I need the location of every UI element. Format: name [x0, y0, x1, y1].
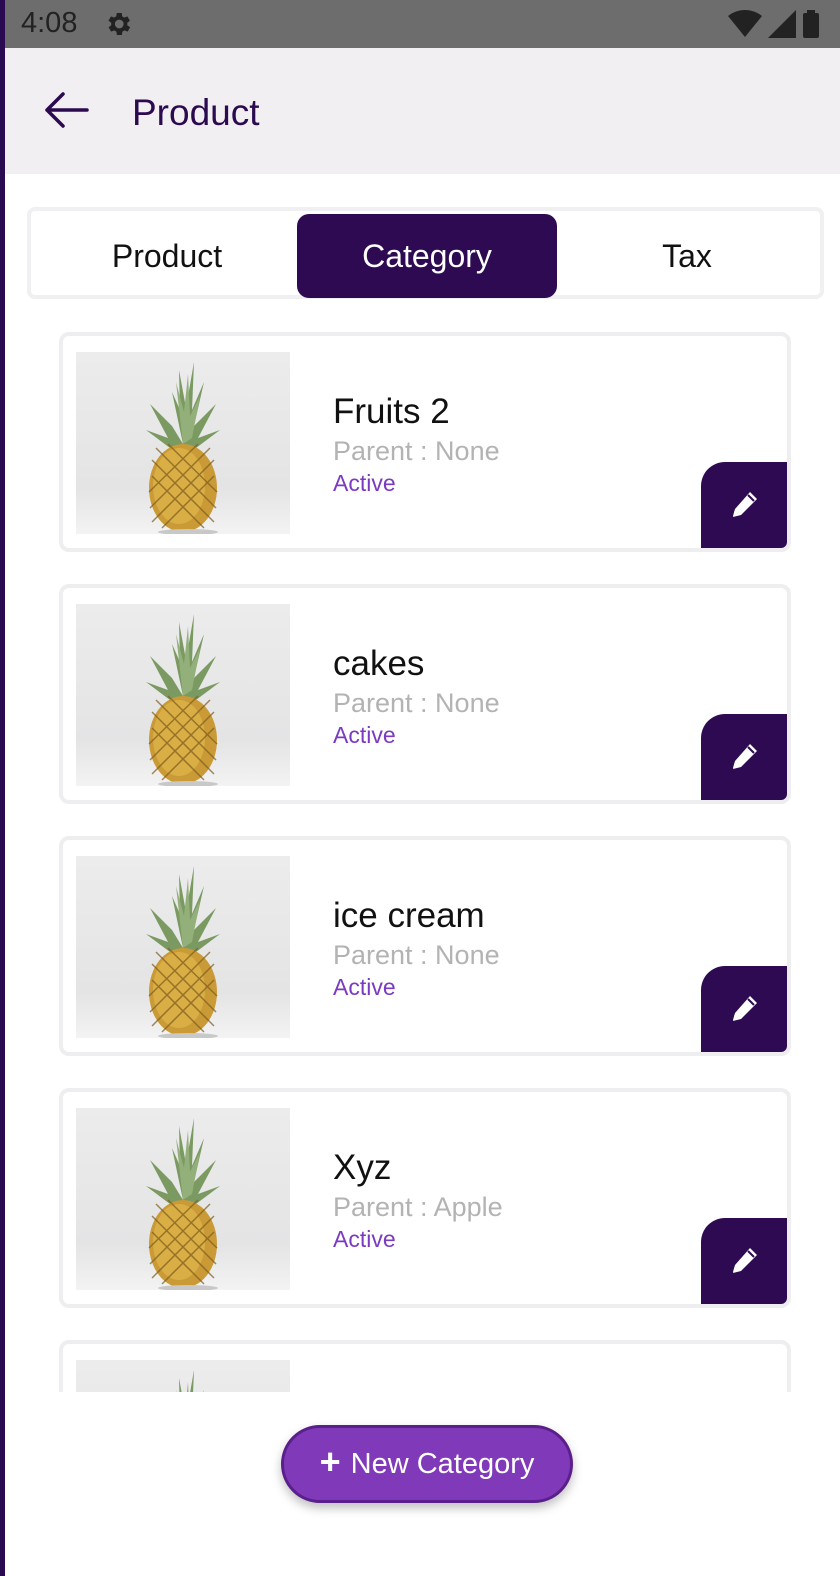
new-category-label: New Category [350, 1447, 535, 1480]
category-name: cakes [333, 644, 425, 683]
edit-button[interactable] [701, 1218, 787, 1304]
category-parent: Parent : Apple [333, 1192, 503, 1222]
category-image [76, 604, 290, 786]
category-status: Active [333, 470, 396, 496]
category-list[interactable]: Fruits 2 Parent : None Active cakes Pare… [5, 330, 840, 1392]
new-category-button[interactable]: + New Category [281, 1425, 573, 1503]
pencil-icon [733, 492, 757, 517]
category-name: ice cream [333, 896, 485, 935]
category-image [76, 1360, 290, 1392]
edit-button[interactable] [701, 714, 787, 800]
category-status: Active [333, 1226, 396, 1252]
pineapple-image [146, 866, 220, 1038]
category-parent: Parent : None [333, 940, 500, 970]
wifi-icon [728, 10, 762, 37]
pineapple-image [176, 1370, 204, 1392]
gear-icon [108, 13, 131, 35]
pencil-icon [733, 1248, 757, 1273]
pineapple-image [146, 362, 220, 534]
category-name: Xyz [333, 1148, 392, 1187]
category-card[interactable] [59, 1340, 791, 1392]
tab-category[interactable]: Category [297, 214, 557, 298]
category-card[interactable]: Fruits 2 Parent : None Active [59, 332, 791, 552]
pencil-icon [733, 744, 757, 769]
app-bar: Product [5, 48, 840, 174]
status-bar: 4:08 [5, 0, 840, 48]
category-image [76, 352, 290, 534]
category-card[interactable]: Xyz Parent : Apple Active [59, 1088, 791, 1308]
system-icons [728, 10, 820, 38]
category-name: Fruits 2 [333, 392, 450, 431]
tab-bar: Product Category Tax [27, 207, 824, 299]
category-parent: Parent : None [333, 436, 500, 466]
category-image [76, 1108, 290, 1290]
pencil-icon [733, 996, 757, 1021]
pineapple-image [146, 614, 220, 786]
page-title: Product [132, 92, 260, 133]
category-card[interactable]: cakes Parent : None Active [59, 584, 791, 804]
edit-button[interactable] [701, 462, 787, 548]
category-card[interactable]: ice cream Parent : None Active [59, 836, 791, 1056]
battery-icon [803, 10, 819, 38]
status-time: 4:08 [21, 7, 78, 39]
category-status: Active [333, 722, 396, 748]
category-status: Active [333, 974, 396, 1000]
tab-product[interactable]: Product [37, 214, 297, 298]
screen: 4:08 Product Product Category Tax Fruits… [0, 0, 840, 1576]
plus-icon: + [319, 1441, 341, 1482]
arrow-left-icon[interactable] [43, 90, 89, 130]
signal-icon [768, 10, 796, 38]
category-image [76, 856, 290, 1038]
edit-button[interactable] [701, 966, 787, 1052]
tab-tax[interactable]: Tax [557, 214, 817, 298]
category-parent: Parent : None [333, 688, 500, 718]
pineapple-image [146, 1118, 220, 1290]
